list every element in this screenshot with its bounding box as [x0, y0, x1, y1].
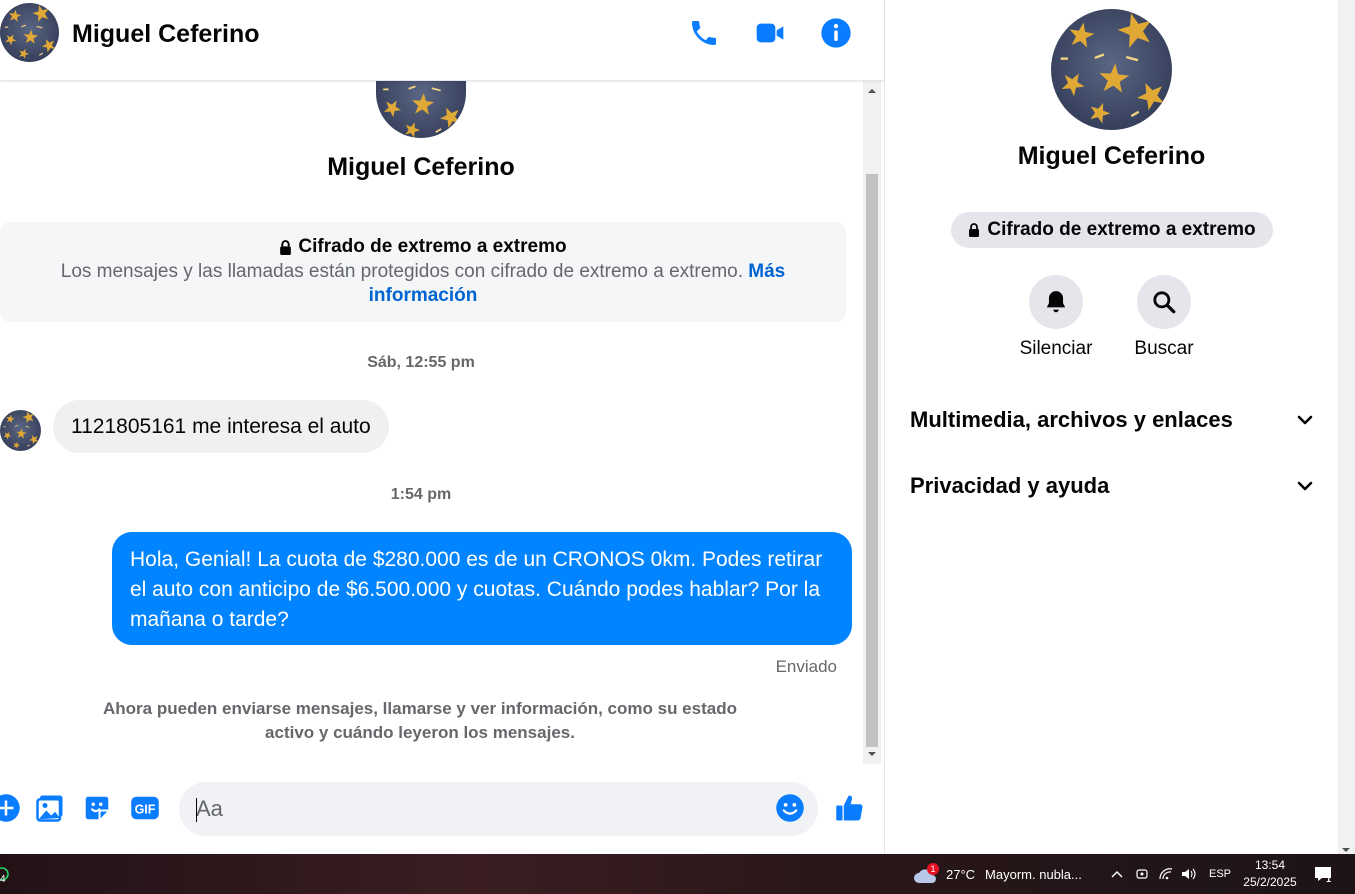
network-button[interactable]: [1158, 854, 1174, 894]
info-icon: [821, 18, 851, 48]
taskbar-app-button[interactable]: 4: [0, 854, 12, 894]
gif-button[interactable]: GIF: [129, 792, 161, 824]
section-privacy-help[interactable]: Privacidad y ayuda: [910, 466, 1315, 506]
messenger-window: Miguel Ceferino Miguel Ceferino Cifrado …: [0, 0, 1355, 894]
app-badge: 4: [0, 874, 6, 885]
image-icon: [36, 795, 63, 822]
sticker-icon: [85, 796, 109, 820]
emoji-picker-button[interactable]: [774, 792, 806, 824]
smiley-icon: [776, 794, 804, 822]
windows-taskbar: 4 1 27°C Mayorm. nubla... ESP 13:54 25/2…: [0, 854, 1355, 894]
text-caret: [196, 798, 197, 822]
section-label: Privacidad y ayuda: [910, 473, 1110, 498]
e2ee-body: Los mensajes y las llamadas están proteg…: [40, 260, 806, 308]
attach-photo-button[interactable]: [34, 792, 66, 824]
message-composer: GIF: [0, 764, 884, 854]
chevron-down-icon: [1297, 481, 1313, 491]
camera-icon: [1136, 869, 1148, 879]
lock-icon: [969, 223, 980, 237]
weather-widget[interactable]: 1 27°C Mayorm. nubla...: [912, 854, 1082, 894]
scroll-up-arrow-icon[interactable]: [863, 83, 881, 99]
lock-icon: [280, 239, 292, 255]
notification-center-button[interactable]: 1: [1313, 854, 1333, 894]
volume-button[interactable]: [1181, 854, 1197, 894]
voice-call-button[interactable]: [685, 14, 723, 52]
clock-time: 13:54: [1254, 858, 1286, 872]
mute-button[interactable]: Silenciar: [1006, 275, 1106, 360]
starfish-avatar-image: [0, 410, 41, 451]
show-hidden-icons-button[interactable]: [1110, 854, 1124, 894]
weather-temp: 27°C: [946, 866, 976, 882]
connection-notice: Ahora pueden enviarse mensajes, llamarse…: [103, 699, 737, 742]
scroll-thumb[interactable]: [866, 174, 878, 747]
e2ee-body-text: Los mensajes y las llamadas están proteg…: [60, 261, 743, 282]
thread-profile-name: Miguel Ceferino: [327, 153, 515, 181]
sender-avatar[interactable]: [0, 410, 41, 451]
send-like-button[interactable]: [834, 792, 866, 824]
panel-contact-name: Miguel Ceferino: [1017, 142, 1206, 170]
gif-icon: GIF: [131, 796, 159, 820]
page-scrollbar[interactable]: [1338, 0, 1355, 854]
message-timestamp: 1:54 pm: [390, 486, 452, 503]
scroll-down-arrow-icon[interactable]: [863, 746, 881, 762]
sticker-button[interactable]: [81, 792, 113, 824]
video-camera-icon: [756, 23, 784, 43]
section-media-files-links[interactable]: Multimedia, archivos y enlaces: [910, 400, 1315, 440]
starfish-avatar-image: [0, 3, 59, 62]
wifi-icon: [1159, 868, 1173, 880]
chat-header: Miguel Ceferino: [0, 0, 884, 81]
starfish-avatar-image: [1051, 9, 1172, 130]
e2ee-badge-label: Cifrado de extremo a extremo: [987, 219, 1256, 240]
thread-profile-avatar: [376, 81, 466, 138]
e2ee-badge[interactable]: Cifrado de extremo a extremo: [951, 212, 1273, 248]
mute-button-circle: [1029, 275, 1083, 329]
message-thread[interactable]: Miguel Ceferino Cifrado de extremo a ext…: [0, 81, 863, 764]
starfish-avatar-image: [376, 81, 466, 138]
weather-alert-badge: 1: [927, 863, 939, 875]
speaker-icon: [1182, 868, 1196, 880]
weather-desc: Mayorm. nubla...: [985, 866, 1082, 882]
more-actions-button[interactable]: [0, 792, 22, 824]
search-button-circle: [1137, 275, 1191, 329]
e2ee-title-text: Cifrado de extremo a extremo: [298, 236, 567, 257]
phone-icon: [692, 21, 716, 45]
thumbs-up-icon: [836, 795, 863, 821]
e2ee-notice-card: Cifrado de extremo a extremo Los mensaje…: [0, 222, 846, 322]
panel-avatar[interactable]: [1051, 9, 1172, 130]
plus-circle-icon: [0, 794, 20, 822]
svg-text:GIF: GIF: [135, 803, 156, 817]
outgoing-message-bubble[interactable]: Hola, Genial! La cuota de $280.000 es de…: [112, 532, 852, 645]
input-language[interactable]: ESP: [1209, 854, 1231, 894]
taskbar-clock[interactable]: 13:54 25/2/2025: [1236, 857, 1304, 891]
search-label: Buscar: [1134, 338, 1194, 359]
clock-date: 25/2/2025: [1243, 875, 1297, 889]
bell-icon: [1046, 291, 1066, 313]
notification-count: 1: [1326, 874, 1332, 884]
chevron-down-icon: [1297, 415, 1313, 425]
message-status: Enviado: [775, 657, 837, 676]
message-input[interactable]: [179, 782, 818, 836]
contact-name[interactable]: Miguel Ceferino: [72, 20, 260, 49]
search-icon: [1153, 291, 1176, 314]
conversation-info-panel: Miguel Ceferino Cifrado de extremo a ext…: [884, 0, 1338, 854]
chevron-up-icon: [1111, 871, 1123, 878]
e2ee-title: Cifrado de extremo a extremo: [0, 236, 846, 258]
mute-label: Silenciar: [1019, 338, 1093, 359]
conversation-info-button[interactable]: [817, 14, 855, 52]
meet-now-button[interactable]: [1135, 854, 1149, 894]
thread-scrollbar[interactable]: [863, 81, 881, 764]
section-label: Multimedia, archivos y enlaces: [910, 407, 1233, 432]
contact-avatar[interactable]: [0, 3, 59, 62]
incoming-message-bubble[interactable]: 1121805161 me interesa el auto: [53, 400, 389, 453]
video-call-button[interactable]: [751, 14, 789, 52]
search-conversation-button[interactable]: Buscar: [1114, 275, 1214, 360]
message-timestamp: Sáb, 12:55 pm: [367, 354, 475, 371]
